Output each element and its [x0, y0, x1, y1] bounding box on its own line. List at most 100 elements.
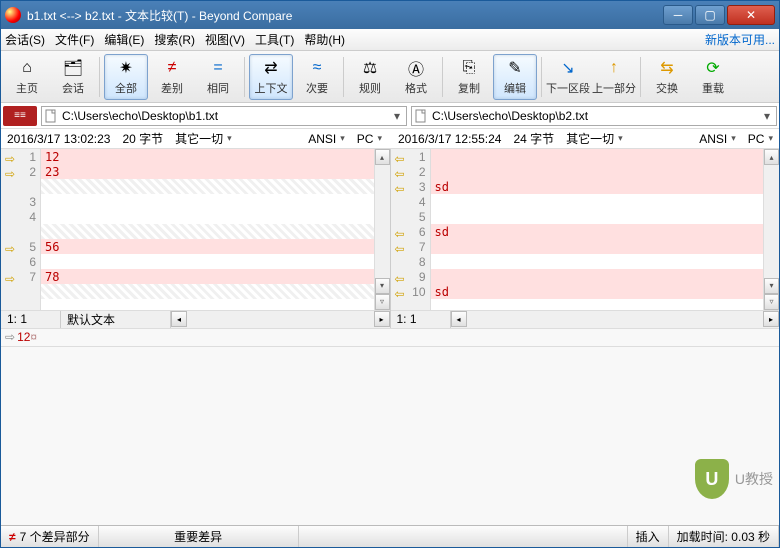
- menu-search[interactable]: 搜索(R): [154, 31, 195, 48]
- diff-line[interactable]: [431, 164, 764, 179]
- right-platform-drop[interactable]: PC: [742, 132, 779, 146]
- diff-line[interactable]: 12: [41, 149, 374, 164]
- diff-line[interactable]: 23: [41, 164, 374, 179]
- diff-line[interactable]: [41, 209, 374, 224]
- arrow-right-icon: [5, 272, 17, 282]
- line-number: 4: [1, 209, 40, 224]
- copy-button[interactable]: ⎘复制: [447, 54, 491, 100]
- diff-line[interactable]: [41, 254, 374, 269]
- right-size: 24 字节: [507, 130, 560, 147]
- star-icon: ✷: [116, 58, 136, 78]
- diff-line[interactable]: [431, 269, 764, 284]
- context-button[interactable]: ⇄上下文: [249, 54, 293, 100]
- left-content[interactable]: 1223 56 78: [41, 149, 374, 310]
- chevron-down-icon[interactable]: ▾: [760, 109, 774, 123]
- file-icon: [44, 109, 58, 123]
- line-number: 5: [391, 209, 430, 224]
- left-path-combo[interactable]: C:\Users\echo\Desktop\b1.txt ▾: [41, 106, 407, 126]
- format-icon: Ⓐ: [406, 58, 426, 78]
- left-encoding-drop[interactable]: ANSI: [302, 132, 351, 146]
- diff-line[interactable]: [431, 194, 764, 209]
- scroll-up-icon[interactable]: ▴: [375, 149, 390, 165]
- left-mode: 默认文本: [61, 311, 171, 328]
- scroll-down-icon[interactable]: ▾: [375, 278, 390, 294]
- minimize-button[interactable]: ─: [663, 5, 693, 25]
- right-hscroll[interactable]: ◂▸: [451, 311, 780, 328]
- diff-count: ≠7 个差异部分: [1, 526, 99, 547]
- scroll-down-icon[interactable]: ▾: [764, 278, 779, 294]
- menu-session[interactable]: 会话(S): [5, 31, 45, 48]
- compare-icon: ≡≡: [3, 106, 37, 126]
- diff-line[interactable]: [41, 179, 374, 194]
- scroll-end-icon[interactable]: ▿: [375, 294, 390, 310]
- title-bar: b1.txt <--> b2.txt - 文本比较(T) - Beyond Co…: [1, 1, 779, 29]
- session-button[interactable]: 🗂会话: [51, 54, 95, 100]
- scroll-up-icon[interactable]: ▴: [764, 149, 779, 165]
- diff-line[interactable]: 78: [41, 269, 374, 284]
- folder-icon: 🗂: [63, 58, 83, 78]
- swap-button[interactable]: ⇆交换: [645, 54, 689, 100]
- line-number: 4: [391, 194, 430, 209]
- file-icon: [414, 109, 428, 123]
- scroll-end-icon[interactable]: ▿: [764, 294, 779, 310]
- left-pane-status: 1: 1 默认文本 ◂▸: [1, 310, 390, 328]
- right-filter-drop[interactable]: 其它一切: [560, 130, 629, 147]
- new-version-link[interactable]: 新版本可用...: [705, 31, 775, 48]
- chevron-down-icon[interactable]: ▾: [390, 109, 404, 123]
- left-filter-drop[interactable]: 其它一切: [169, 130, 238, 147]
- diff-line[interactable]: [431, 239, 764, 254]
- menu-edit[interactable]: 编辑(E): [104, 31, 144, 48]
- diff-line[interactable]: [431, 254, 764, 269]
- right-vscroll[interactable]: ▴ ▾ ▿: [763, 149, 779, 310]
- line-number: [1, 284, 40, 299]
- menu-file[interactable]: 文件(F): [55, 31, 94, 48]
- menu-tools[interactable]: 工具(T): [255, 31, 294, 48]
- line-number: 2: [391, 164, 430, 179]
- edit-button[interactable]: ✎编辑: [493, 54, 537, 100]
- minor-button[interactable]: ≈次要: [295, 54, 339, 100]
- diff-line[interactable]: [431, 149, 764, 164]
- left-hscroll[interactable]: ◂▸: [171, 311, 390, 328]
- line-number: 2: [1, 164, 40, 179]
- diff-line[interactable]: sd: [431, 179, 764, 194]
- home-button[interactable]: ⌂主页: [5, 54, 49, 100]
- format-button[interactable]: Ⓐ格式: [394, 54, 438, 100]
- menu-help[interactable]: 帮助(H): [304, 31, 345, 48]
- arrow-left-icon: [395, 182, 407, 192]
- diff-line[interactable]: 56: [41, 239, 374, 254]
- window-title: b1.txt <--> b2.txt - 文本比较(T) - Beyond Co…: [27, 7, 661, 24]
- rules-button[interactable]: ⚖规则: [348, 54, 392, 100]
- all-button[interactable]: ✷全部: [104, 54, 148, 100]
- diff-line[interactable]: [41, 284, 374, 299]
- left-platform-drop[interactable]: PC: [351, 132, 388, 146]
- diff-panes: 1234567 12235678 ▴ ▾ ▿ 1: 1 默认文本 ◂▸ 1234…: [1, 149, 779, 328]
- diff-button[interactable]: ≠差别: [150, 54, 194, 100]
- menu-view[interactable]: 视图(V): [205, 31, 245, 48]
- next-section-button[interactable]: ↘下一区段: [546, 54, 590, 100]
- path-bar: ≡≡ C:\Users\echo\Desktop\b1.txt ▾ C:\Use…: [1, 103, 779, 129]
- close-button[interactable]: ✕: [727, 5, 775, 25]
- prev-section-button[interactable]: ↑上一部分: [592, 54, 636, 100]
- left-vscroll[interactable]: ▴ ▾ ▿: [374, 149, 390, 310]
- reload-icon: ⟳: [703, 58, 723, 78]
- right-path-combo[interactable]: C:\Users\echo\Desktop\b2.txt ▾: [411, 106, 777, 126]
- line-number: 6: [391, 224, 430, 239]
- left-cursor-pos: 1: 1: [1, 311, 61, 328]
- same-button[interactable]: =相同: [196, 54, 240, 100]
- line-number: 8: [391, 254, 430, 269]
- diff-line[interactable]: [41, 194, 374, 209]
- insert-mode: 插入: [628, 526, 669, 547]
- shield-icon: U: [695, 459, 729, 499]
- diff-line[interactable]: sd: [431, 224, 764, 239]
- right-content[interactable]: sd sd sd: [431, 149, 764, 310]
- edit-line[interactable]: ⇨ 12 ¤: [1, 328, 779, 346]
- major-diff-label: 重要差异: [99, 526, 299, 547]
- diff-line[interactable]: sd: [431, 284, 764, 299]
- diff-line[interactable]: [41, 224, 374, 239]
- maximize-button[interactable]: ▢: [695, 5, 725, 25]
- load-time: 加载时间: 0.03 秒: [669, 526, 779, 547]
- line-number: 3: [1, 194, 40, 209]
- diff-line[interactable]: [431, 209, 764, 224]
- reload-button[interactable]: ⟳重载: [691, 54, 735, 100]
- right-encoding-drop[interactable]: ANSI: [693, 132, 742, 146]
